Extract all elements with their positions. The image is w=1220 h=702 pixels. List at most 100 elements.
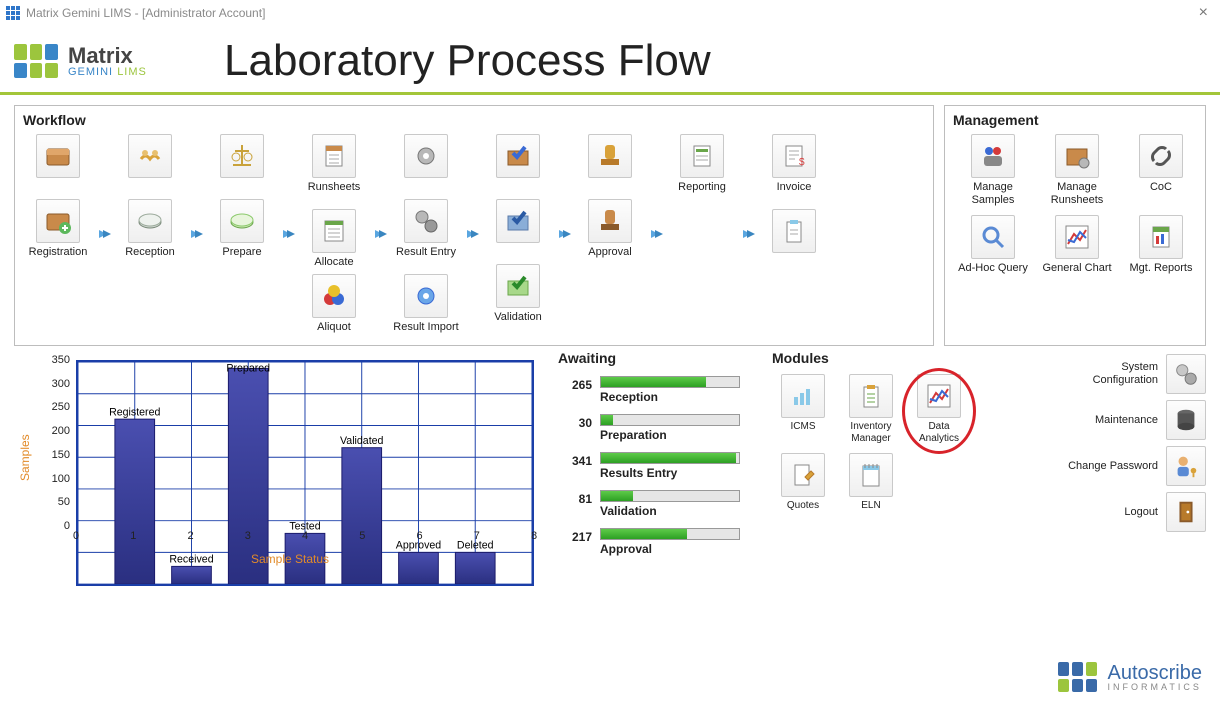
notebook-icon <box>849 453 893 497</box>
action-label: Change Password <box>1058 460 1158 473</box>
mgmt-1[interactable]: Manage Runsheets <box>1037 134 1117 207</box>
sheet-icon <box>312 134 356 178</box>
wf-2-bot-0[interactable]: Prepare <box>207 199 277 260</box>
logo-icon <box>14 44 58 78</box>
people-icon <box>971 134 1015 178</box>
action-0[interactable]: System Configuration <box>1058 354 1206 394</box>
action-3[interactable]: Logout <box>1058 492 1206 532</box>
bars-icon <box>781 374 825 418</box>
arrow-icon <box>463 134 481 334</box>
wf-0-top-0[interactable] <box>23 134 93 195</box>
gear-icon <box>404 134 448 178</box>
mod-1[interactable]: Inventory Manager <box>840 374 902 447</box>
xtick: 8 <box>531 530 537 542</box>
wf-5-bot-0[interactable]: Validation <box>483 264 553 325</box>
awaiting-count: 341 <box>558 452 592 468</box>
modules-panel: Modules ICMSInventory ManagerData Analyt… <box>772 350 972 566</box>
xtick: 0 <box>73 530 79 542</box>
wf-7-top-0-label: Reporting <box>678 181 726 195</box>
workflow-col-0: Registration <box>23 134 93 260</box>
stamp2-icon <box>588 199 632 243</box>
xtick: 7 <box>474 530 480 542</box>
action-label: Logout <box>1058 506 1158 519</box>
svg-text:$: $ <box>799 157 805 168</box>
wf-5-top-1[interactable] <box>483 199 553 260</box>
app-grid-icon <box>6 6 20 20</box>
action-1[interactable]: Maintenance <box>1058 400 1206 440</box>
ytick: 300 <box>52 378 70 390</box>
arrow-icon <box>647 134 665 334</box>
logo-brand: Matrix <box>68 45 147 67</box>
link-icon <box>1139 134 1183 178</box>
wf-3-sub-0[interactable]: Allocate <box>299 209 369 270</box>
workflow-col-5: Validation <box>483 134 553 325</box>
awaiting-bar <box>600 452 740 464</box>
wf-2-top-0[interactable] <box>207 134 277 195</box>
mod-4[interactable]: ELN <box>840 453 902 526</box>
wf-6-bot-0[interactable]: Approval <box>575 199 645 260</box>
wf-8-top-0[interactable]: $ Invoice <box>759 134 829 195</box>
mgmt-3[interactable]: Ad-Hoc Query <box>953 215 1033 288</box>
sample-status-chart: Samples 050100150200250300350 Registered… <box>14 350 544 566</box>
handshake-icon <box>128 134 172 178</box>
action-label: Maintenance <box>1058 414 1158 427</box>
titlebar: Matrix Gemini LIMS - [Administrator Acco… <box>0 0 1220 26</box>
wf-4-top-0[interactable] <box>391 134 461 195</box>
wf-8-sub-0[interactable] <box>759 209 829 270</box>
workflow-panel: Workflow RegistrationReceptionPrepareRun… <box>14 105 934 346</box>
xtick: 4 <box>302 530 308 542</box>
mgmt-4[interactable]: General Chart <box>1037 215 1117 288</box>
wf-1-bot-0[interactable]: Reception <box>115 199 185 260</box>
wf-3-sub-0-label: Allocate <box>314 256 353 270</box>
gear-blue-icon <box>404 274 448 318</box>
wf-6-top-0[interactable] <box>575 134 645 195</box>
mgmt-1-label: Manage Runsheets <box>1037 181 1117 207</box>
xtick: 1 <box>130 530 136 542</box>
footer-logo-icon <box>1058 662 1098 692</box>
window-close-button[interactable]: × <box>1193 4 1214 22</box>
management-heading: Management <box>953 112 1197 128</box>
person-key-icon <box>1166 446 1206 486</box>
box-check-green-icon <box>496 264 540 308</box>
chart-ylabel: Samples <box>14 350 36 566</box>
wf-3-top-0[interactable]: Runsheets <box>299 134 369 195</box>
box-gear-icon <box>1055 134 1099 178</box>
search-icon <box>971 215 1015 259</box>
mgmt-5[interactable]: Mgt. Reports <box>1121 215 1201 288</box>
action-label: System Configuration <box>1058 361 1158 386</box>
mod-0[interactable]: ICMS <box>772 374 834 447</box>
wf-3-sub-1[interactable]: Aliquot <box>299 274 369 335</box>
mod-3-label: Quotes <box>787 500 819 526</box>
clipboard-icon <box>772 209 816 253</box>
wf-5-top-0[interactable] <box>483 134 553 195</box>
action-2[interactable]: Change Password <box>1058 446 1206 486</box>
awaiting-row-2: 341 Results Entry <box>558 452 758 480</box>
wf-5-bot-0-label: Validation <box>494 311 542 325</box>
list-icon <box>312 209 356 253</box>
box-check-icon <box>496 134 540 178</box>
balls-icon <box>312 274 356 318</box>
wf-4-sub-0[interactable]: Result Import <box>391 274 461 335</box>
wf-1-top-0[interactable] <box>115 134 185 195</box>
wf-0-bot-0[interactable]: Registration <box>23 199 93 260</box>
footer-brand: Autoscribe <box>1108 663 1203 683</box>
wf-7-top-0[interactable]: Reporting <box>667 134 737 195</box>
box-check-blue-icon <box>496 199 540 243</box>
chart-xlabel: Sample Status <box>36 552 544 566</box>
arrow-icon <box>739 134 757 334</box>
mod-2[interactable]: Data Analytics <box>908 374 970 447</box>
mgmt-0[interactable]: Manage Samples <box>953 134 1033 207</box>
wf-4-bot-0[interactable]: Result Entry <box>391 199 461 260</box>
mgmt-2[interactable]: CoC <box>1121 134 1201 207</box>
awaiting-label: Results Entry <box>600 466 758 480</box>
awaiting-heading: Awaiting <box>558 350 758 366</box>
mod-2-label: Data Analytics <box>908 421 970 447</box>
awaiting-bar <box>600 376 740 388</box>
wf-8-top-0-label: Invoice <box>777 181 812 195</box>
mod-3[interactable]: Quotes <box>772 453 834 526</box>
workflow-col-6: Approval <box>575 134 645 260</box>
report-icon <box>680 134 724 178</box>
scale-icon <box>220 134 264 178</box>
gears-icon <box>404 199 448 243</box>
wf-1-bot-0-label: Reception <box>125 246 175 260</box>
